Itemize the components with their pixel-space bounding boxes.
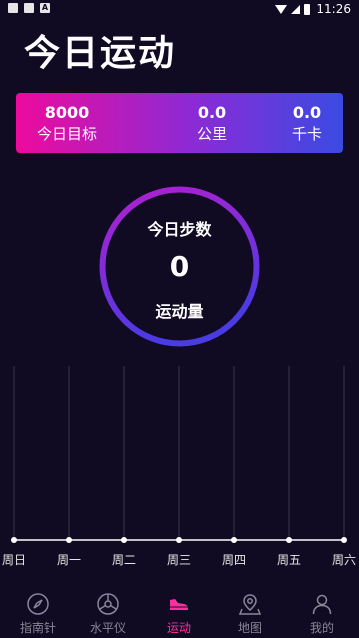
chart-day-label: 周六 [331,553,356,567]
chart-day-label: 周日 [1,553,26,567]
bottom-tab-bar: 指南针 水平仪 运动 地图 我的 [0,584,359,638]
tab-sport[interactable]: 运动 [149,592,209,636]
tab-compass[interactable]: 指南针 [8,592,68,636]
stat-goal-label: 今日目标 [36,125,97,143]
chart-point [231,537,237,543]
tab-map[interactable]: 地图 [220,592,280,636]
stat-calories-label: 千卡 [291,125,322,143]
a-icon: A [40,3,50,13]
chart-day-label: 周五 [276,553,301,567]
weekly-chart-plot [11,366,347,543]
stat-distance: 0.0 公里 [177,103,247,145]
stat-calories-value: 0.0 [292,103,322,122]
user-icon [312,594,332,615]
level-icon [97,593,119,615]
stat-distance-label: 公里 [196,125,227,143]
signal-icon [291,4,301,14]
sd-card-icon [24,3,34,13]
chart-day-label: 周四 [221,553,246,567]
chart-point [286,537,292,543]
chart-day-label: 周二 [111,553,136,567]
chart-day-label: 周一 [56,553,81,567]
chart-point [176,537,182,543]
tab-compass-label: 指南针 [19,621,56,635]
tab-level-label: 水平仪 [89,621,126,635]
stat-distance-value: 0.0 [197,103,227,122]
shoe-icon [170,599,188,610]
compass-icon [27,593,49,615]
map-pin-icon [238,594,262,615]
steps-count: 0 [169,250,190,283]
chart-point [66,537,72,543]
chart-point [121,537,127,543]
image-icon [8,3,18,13]
wifi-icon [275,4,288,14]
stats-banner: 8000 今日目标 0.0 公里 0.0 千卡 [16,93,343,153]
tab-sport-label: 运动 [166,621,191,635]
weekly-chart: 周日 周一 周二 周三 周四 周五 周六 [0,360,359,570]
chart-day-label: 周三 [166,553,191,567]
tab-level[interactable]: 水平仪 [78,592,138,636]
stat-goal: 8000 今日目标 [36,103,98,145]
steps-ring-subtitle: 运动量 [155,302,204,321]
steps-ring: 今日步数 0 运动量 [99,186,260,347]
tab-profile-label: 我的 [309,621,334,635]
chart-point [11,537,17,543]
steps-ring-title: 今日步数 [147,220,212,239]
tab-profile[interactable]: 我的 [292,592,352,636]
status-bar: A 11:26 [0,0,359,18]
battery-icon [304,3,311,15]
stat-goal-value: 8000 [44,103,90,122]
chart-point [341,537,347,543]
page-title: 今日运动 [24,33,177,74]
stat-calories: 0.0 千卡 [284,103,330,145]
tab-map-label: 地图 [237,621,262,635]
status-time: 11:26 [316,2,351,16]
